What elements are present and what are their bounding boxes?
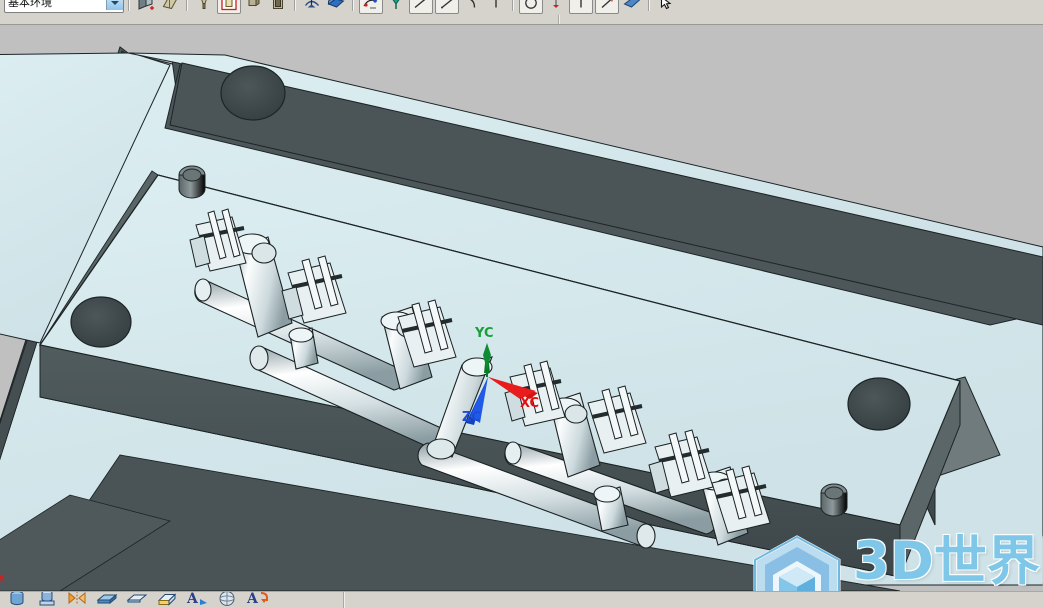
circle-icon[interactable] bbox=[519, 0, 543, 14]
cad-model-render: YC XC ZC bbox=[0, 25, 1043, 591]
boss-icon[interactable] bbox=[32, 592, 62, 607]
role-combobox[interactable]: 基本环境 bbox=[4, 0, 124, 13]
axis-label-xc: XC bbox=[520, 396, 539, 411]
toolbar-strip-divider bbox=[558, 15, 560, 24]
role-combobox-value: 基本环境 bbox=[8, 0, 52, 9]
corner-axis-label: X bbox=[0, 573, 5, 585]
nx-application-window: 基本环境 YC XC ZC X 3D世界 A A bbox=[0, 0, 1043, 608]
annotation-icon[interactable]: A bbox=[182, 591, 212, 607]
svg-text:A: A bbox=[186, 591, 199, 606]
locating-pin bbox=[178, 165, 206, 199]
pad-icon[interactable] bbox=[243, 0, 265, 13]
arc-icon[interactable] bbox=[461, 0, 483, 13]
bottom-toolbar-divider bbox=[343, 592, 345, 608]
bore-hole bbox=[220, 65, 286, 121]
toolbar-separator bbox=[648, 0, 650, 11]
extrude-icon[interactable] bbox=[135, 0, 157, 13]
datum-plane-icon[interactable] bbox=[159, 0, 181, 13]
top-toolbar-second-strip bbox=[0, 15, 1043, 24]
block-icon[interactable] bbox=[92, 592, 122, 607]
pocket-icon[interactable] bbox=[267, 0, 289, 13]
line-icon[interactable] bbox=[409, 0, 433, 14]
toolbar-separator bbox=[512, 0, 514, 11]
vertical-line-icon[interactable] bbox=[485, 0, 507, 13]
chevron-down-icon[interactable] bbox=[106, 0, 123, 10]
bore-hole bbox=[70, 296, 132, 348]
toolbar-separator bbox=[352, 0, 354, 11]
datum-axis-icon[interactable] bbox=[385, 0, 407, 13]
toolbar-separator bbox=[294, 0, 296, 11]
toolbar-separator bbox=[128, 0, 130, 11]
face-icon[interactable] bbox=[621, 0, 643, 13]
draft-icon[interactable] bbox=[193, 0, 215, 13]
locating-pin bbox=[820, 483, 848, 517]
toolbar-separator bbox=[186, 0, 188, 11]
line-2-icon[interactable] bbox=[435, 0, 459, 14]
bottom-toolbar: A A bbox=[0, 591, 1043, 608]
3d-viewport[interactable]: YC XC ZC X 3D世界 bbox=[0, 25, 1043, 591]
top-toolbar: 基本环境 bbox=[0, 0, 1043, 25]
axis-label-zc: ZC bbox=[462, 410, 481, 425]
curve-icon[interactable] bbox=[595, 0, 619, 14]
profile-icon[interactable] bbox=[569, 0, 593, 14]
hole-icon[interactable] bbox=[217, 0, 241, 14]
solid-body-icon[interactable] bbox=[325, 0, 347, 13]
mirror-feature-icon[interactable] bbox=[62, 592, 92, 607]
select-arrow-icon[interactable] bbox=[655, 0, 677, 13]
text-feature-icon[interactable]: A bbox=[242, 591, 272, 607]
bottom-toolbar-row: A A bbox=[2, 591, 272, 608]
sketch-icon[interactable] bbox=[359, 0, 383, 14]
top-toolbar-row: 基本环境 bbox=[0, 0, 678, 14]
cylinder-icon[interactable] bbox=[2, 592, 32, 607]
wcs-orient-icon[interactable] bbox=[301, 0, 323, 13]
sphere-icon[interactable] bbox=[212, 592, 242, 607]
point-icon[interactable] bbox=[545, 0, 567, 13]
bore-hole bbox=[847, 377, 911, 431]
sheet-icon[interactable] bbox=[122, 592, 152, 607]
svg-text:A: A bbox=[246, 591, 259, 606]
shell-icon[interactable] bbox=[152, 592, 182, 607]
axis-label-yc: YC bbox=[474, 326, 494, 341]
